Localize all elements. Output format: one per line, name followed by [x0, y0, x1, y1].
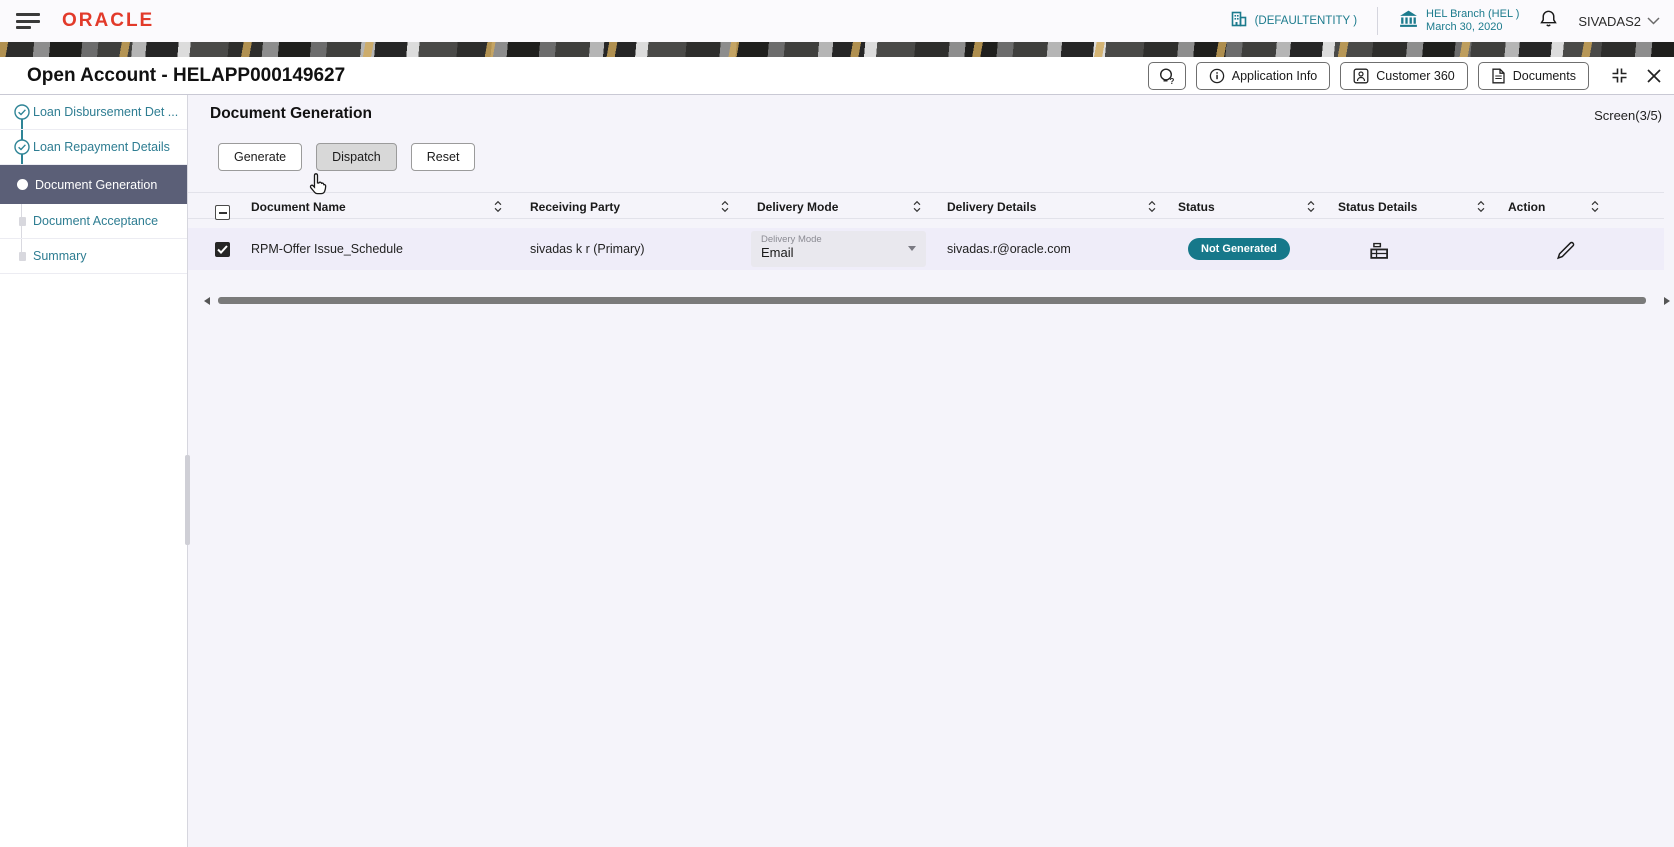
sort-icon: [721, 200, 729, 213]
sidebar-item-document-generation[interactable]: Document Generation: [0, 165, 187, 204]
column-header-receiving-party[interactable]: Receiving Party: [530, 193, 730, 220]
branch-date: March 30, 2020: [1426, 21, 1503, 33]
column-header-status-details[interactable]: Status Details: [1338, 193, 1486, 220]
notifications-bell-icon[interactable]: [1539, 9, 1558, 34]
select-all-checkbox[interactable]: [215, 199, 235, 226]
collapse-expand-icon[interactable]: [1609, 65, 1630, 86]
step-label: Document Acceptance: [33, 214, 159, 228]
sort-icon: [1148, 200, 1156, 213]
sidebar-item-loan-disbursement-details[interactable]: Loan Disbursement Det ...: [0, 95, 187, 130]
generate-button[interactable]: Generate: [218, 143, 303, 171]
page-title: Open Account - HELAPP000149627: [27, 64, 346, 86]
sidebar-item-loan-repayment-details[interactable]: Loan Repayment Details: [0, 130, 187, 165]
menu-hamburger-icon[interactable]: [16, 13, 40, 29]
edit-action-button[interactable]: [1554, 239, 1576, 261]
dropdown-caret-icon: [908, 246, 916, 251]
step-label: Loan Disbursement Det ...: [33, 105, 179, 119]
sidebar-item-summary[interactable]: Summary: [0, 239, 187, 274]
step-active-icon: [17, 179, 28, 190]
column-header-action[interactable]: Action: [1508, 193, 1600, 220]
sort-icon: [913, 200, 921, 213]
delivery-mode-dropdown[interactable]: Delivery Mode Email: [751, 231, 926, 267]
delivery-mode-dropdown-value: Email: [761, 245, 794, 260]
branch-selector[interactable]: HEL Branch (HEL ) March 30, 2020: [1398, 8, 1519, 34]
screen-title-bar: Open Account - HELAPP000149627 ? Applica…: [0, 57, 1674, 95]
user-menu[interactable]: SIVADAS2: [1578, 14, 1660, 29]
branch-info: HEL Branch (HEL ) March 30, 2020: [1426, 8, 1519, 34]
delivery-mode-dropdown-label: Delivery Mode: [761, 234, 822, 245]
horizontal-scrollbar[interactable]: [188, 295, 1674, 307]
customer-360-label: Customer 360: [1376, 68, 1455, 83]
status-details-button[interactable]: [1368, 239, 1390, 261]
building-icon: [1230, 10, 1248, 33]
sort-icon: [1591, 200, 1599, 213]
sort-icon: [494, 200, 502, 213]
column-label: Status Details: [1338, 199, 1418, 214]
application-top-bar: ORACLE (DEFAULTENTITY ) HEL Branch (HEL …: [0, 0, 1674, 42]
sort-icon: [1477, 200, 1485, 213]
customer-card-icon: [1353, 68, 1369, 83]
entity-label: (DEFAULTENTITY ): [1254, 15, 1358, 27]
wizard-step-sidebar: Loan Disbursement Det ... Loan Repayment…: [0, 95, 190, 847]
svg-text:?: ?: [1170, 77, 1175, 85]
column-label: Delivery Mode: [757, 199, 839, 214]
column-label: Status: [1178, 199, 1215, 214]
hint-icon: ?: [1160, 67, 1175, 85]
close-icon[interactable]: [1646, 68, 1662, 84]
step-completed-icon: [14, 139, 30, 155]
branch-name: HEL Branch (HEL ): [1426, 8, 1520, 20]
customer-360-button[interactable]: Customer 360: [1340, 61, 1468, 90]
scrollbar-thumb[interactable]: [218, 297, 1646, 304]
username: SIVADAS2: [1578, 13, 1641, 29]
chevron-down-icon: [1647, 17, 1660, 25]
info-icon: [1209, 68, 1225, 83]
step-label: Loan Repayment Details: [33, 140, 170, 154]
background-texture-strip: [0, 42, 1674, 57]
bank-icon: [1398, 9, 1419, 33]
column-header-status[interactable]: Status: [1178, 193, 1316, 220]
vertical-scrollbar[interactable]: [185, 455, 190, 545]
column-label: Receiving Party: [530, 199, 621, 214]
status-details-icon: [1369, 242, 1388, 259]
sidebar-item-document-acceptance[interactable]: Document Acceptance: [0, 204, 187, 239]
section-heading: Document Generation: [210, 105, 372, 122]
column-header-delivery-details[interactable]: Delivery Details: [947, 193, 1157, 220]
application-info-label: Application Info: [1231, 68, 1318, 83]
oracle-logo: ORACLE: [62, 10, 155, 31]
application-info-button[interactable]: Application Info: [1195, 61, 1331, 90]
step-label: Summary: [33, 249, 87, 263]
entity-selector[interactable]: (DEFAULTENTITY ): [1230, 10, 1357, 33]
hint-button[interactable]: ?: [1147, 61, 1186, 90]
dispatch-button[interactable]: Dispatch: [316, 143, 397, 171]
documents-button[interactable]: Documents: [1477, 61, 1589, 90]
document-generation-panel: Document Generation Screen(3/5) Generate…: [188, 95, 1674, 847]
scroll-left-arrow-icon[interactable]: [204, 297, 210, 305]
action-button-row: Generate Dispatch Reset: [218, 143, 476, 171]
documents-label: Documents: [1512, 68, 1576, 83]
column-label: Document Name: [251, 199, 346, 214]
step-completed-icon: [14, 104, 30, 120]
reset-button[interactable]: Reset: [410, 143, 476, 171]
sort-icon: [1307, 200, 1315, 213]
delivery-details-cell: sivadas.r@oracle.com: [947, 242, 1071, 256]
documents-table-header: Document Name Receiving Party Delivery M…: [188, 192, 1664, 220]
check-icon: [217, 244, 228, 254]
topbar-divider: [1377, 7, 1379, 35]
document-name-cell: RPM-Offer Issue_Schedule: [251, 242, 403, 256]
row-checkbox[interactable]: [215, 228, 235, 270]
step-pending-icon: [19, 216, 26, 226]
column-header-delivery-mode[interactable]: Delivery Mode: [757, 193, 922, 220]
receiving-party-cell: sivadas k r (Primary): [530, 242, 645, 256]
step-pending-icon: [19, 251, 26, 261]
column-label: Action: [1508, 199, 1546, 214]
table-row: RPM-Offer Issue_Schedule sivadas k r (Pr…: [188, 228, 1664, 270]
step-label: Document Generation: [35, 177, 158, 192]
column-label: Delivery Details: [947, 199, 1037, 214]
status-badge: Not Generated: [1188, 238, 1290, 260]
document-icon: [1492, 68, 1505, 83]
screen-indicator: Screen(3/5): [1594, 108, 1662, 123]
scroll-right-arrow-icon[interactable]: [1664, 297, 1670, 305]
column-header-document-name[interactable]: Document Name: [251, 193, 503, 220]
pencil-icon: [1556, 241, 1574, 259]
